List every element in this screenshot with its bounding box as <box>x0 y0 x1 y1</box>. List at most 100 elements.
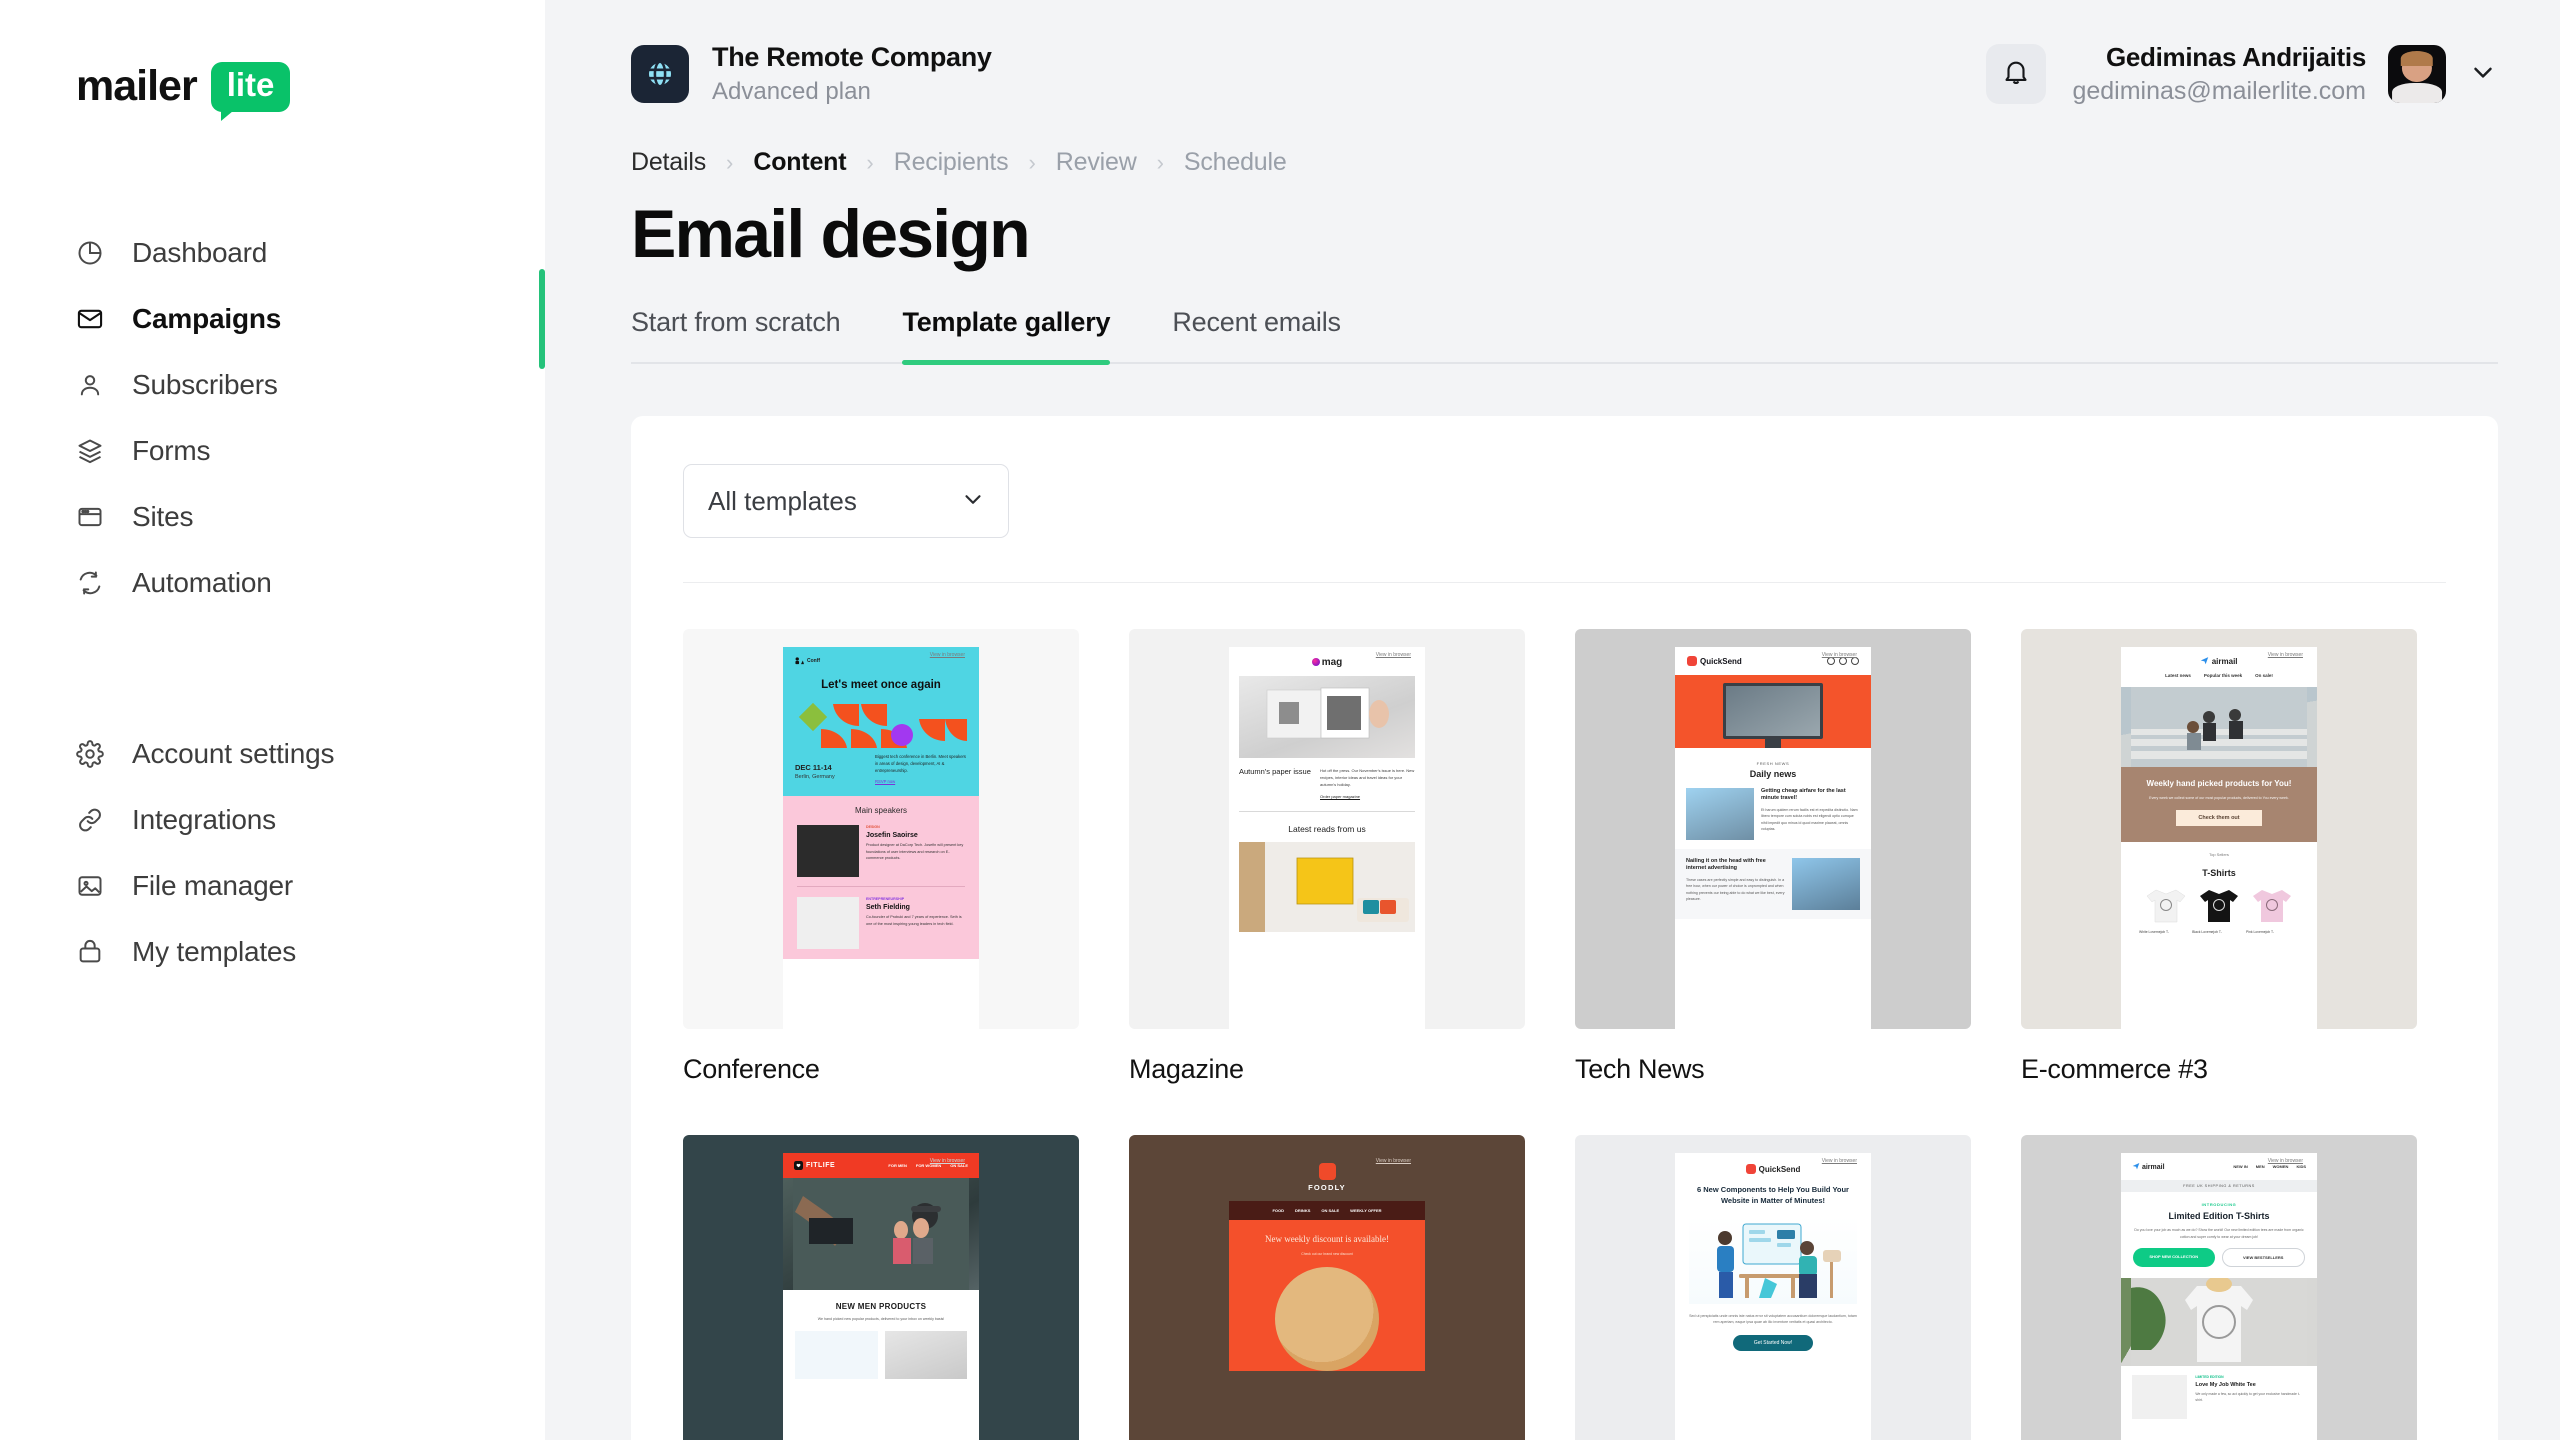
topbar-right: Gediminas Andrijaitis gediminas@mailerli… <box>1986 42 2498 106</box>
template-card[interactable]: View in browser FITLIFE FOR MEN FOR WOME… <box>683 1135 1079 1440</box>
template-preview: View in browser Conff Let's meet once ag… <box>783 647 979 1029</box>
preview-logo: FITLIFE <box>794 1161 835 1170</box>
template-name: Conference <box>683 1054 820 1084</box>
sidebar-item-account-settings[interactable]: Account settings <box>0 721 545 787</box>
preview-link: Order paper magazine <box>1320 793 1361 799</box>
sidebar-label: Sites <box>132 500 194 532</box>
preview-image <box>2121 1276 2317 1367</box>
preview-illustration <box>1689 1215 1857 1304</box>
template-thumbnail: View in browser QuickSend FRESH NEWS Dai… <box>1575 629 1971 1029</box>
app-root: mailer lite Dashboard Campaigns Subscrib… <box>0 0 2560 1440</box>
sidebar-item-automation[interactable]: Automation <box>0 550 545 616</box>
preview-body: Hot off the press. Our November's issue … <box>1320 768 1415 788</box>
template-preview: View in browser airmail NEW IN MEN WOMEN <box>2121 1153 2317 1440</box>
preview-hero-image <box>1239 676 1415 758</box>
preview-image <box>1686 788 1754 840</box>
tab-start-from-scratch[interactable]: Start from scratch <box>631 307 841 362</box>
sidebar-label: My templates <box>132 935 297 967</box>
preview-headline: Daily news <box>1749 769 1797 779</box>
envelope-icon <box>76 305 104 333</box>
breadcrumb-step-recipients[interactable]: Recipients <box>894 148 1009 177</box>
preview-section-title: Main speakers <box>854 806 908 816</box>
preview-cta-button: Get Started Now! <box>1733 1335 1813 1352</box>
template-card[interactable]: View in browser airmail NEW IN MEN WOMEN <box>2021 1135 2417 1440</box>
preview-link: RSVP now <box>875 779 896 785</box>
preview-logo: QuickSend <box>1687 656 1742 666</box>
template-card[interactable]: View in browser FOODLY FOOD DRINKS ON SA… <box>1129 1135 1525 1440</box>
sidebar-item-sites[interactable]: Sites <box>0 484 545 550</box>
notifications-button[interactable] <box>1986 44 2047 104</box>
sidebar: mailer lite Dashboard Campaigns Subscrib… <box>0 0 545 1440</box>
sidebar-label: Forms <box>132 434 211 466</box>
chevron-right-icon: › <box>1156 149 1164 175</box>
sidebar-item-campaigns[interactable]: Campaigns <box>0 268 545 369</box>
chevron-right-icon: › <box>866 149 874 175</box>
preview-product-name: White Lovemejob T- <box>2138 930 2170 935</box>
sidebar-label: File manager <box>132 869 294 901</box>
preview-nav: NEW IN MEN WOMEN KIDS <box>2233 1164 2306 1169</box>
preview-logo: FOODLY <box>1229 1163 1425 1192</box>
preview-body: We hand picked new popular products, del… <box>817 1317 945 1321</box>
template-card[interactable]: View in browser mag Autumn's paper issue… <box>1129 629 1525 1085</box>
tab-recent-emails[interactable]: Recent emails <box>1172 307 1341 362</box>
template-card[interactable]: View in browser QuickSend 6 New Componen… <box>1575 1135 1971 1440</box>
preview-body: Check out our brand new discount <box>1301 1252 1353 1257</box>
chevron-down-icon[interactable] <box>2468 57 2498 92</box>
preview-eyebrow: Top Sellers <box>2209 852 2229 858</box>
preview-headline: NEW MEN PRODUCTS <box>835 1302 927 1311</box>
chevron-down-icon <box>960 486 986 517</box>
preview-article-body: Et harum quidem rerum facilis est et exp… <box>1761 807 1858 832</box>
layers-icon <box>76 437 104 465</box>
preview-section-title: Latest reads from us <box>1288 823 1366 834</box>
preview-speaker-bio: Co-founder of Probuki and 7 years of exp… <box>866 915 962 926</box>
workspace-switcher[interactable]: The Remote Company Advanced plan <box>631 42 992 106</box>
breadcrumb-step-content[interactable]: Content <box>753 148 846 177</box>
preview-section-title: T-Shirts <box>2202 868 2236 879</box>
view-in-browser-link: View in browser <box>1375 652 1411 658</box>
sidebar-label: Campaigns <box>132 302 282 334</box>
preview-body: Do you love your job as much as we do? S… <box>2134 1228 2304 1239</box>
logo-badge: lite <box>210 62 291 121</box>
image-icon <box>76 872 104 900</box>
bell-icon <box>2001 57 2031 92</box>
preview-body: Sed ut perspiciatis unde omnis iste natu… <box>1689 1313 1857 1325</box>
template-card[interactable]: View in browser Conff Let's meet once ag… <box>683 629 1079 1085</box>
sidebar-item-file-manager[interactable]: File manager <box>0 853 545 919</box>
preview-eyebrow: INTRODUCING <box>2201 1202 2237 1207</box>
template-gallery-panel: All templates View in browser Conff Let'… <box>631 416 2498 1440</box>
page-title: Email design <box>631 196 1031 272</box>
sidebar-item-my-templates[interactable]: My templates <box>0 919 545 985</box>
preview-article-title: Getting cheap airfare for the last minut… <box>1761 788 1846 802</box>
preview-product-name: Pink Lovemejob T- <box>2245 930 2275 935</box>
preview-hero-image <box>783 1178 979 1290</box>
tab-bar: Start from scratch Template gallery Rece… <box>631 307 2498 365</box>
template-card[interactable]: View in browser airmail Latest news Popu… <box>2021 629 2417 1085</box>
sidebar-item-subscribers[interactable]: Subscribers <box>0 352 545 418</box>
tab-template-gallery[interactable]: Template gallery <box>902 307 1111 365</box>
template-name: Tech News <box>1575 1054 1705 1084</box>
box-icon <box>76 938 104 966</box>
sidebar-item-integrations[interactable]: Integrations <box>0 787 545 853</box>
breadcrumb-step-details[interactable]: Details <box>631 148 706 177</box>
user-menu[interactable]: Gediminas Andrijaitis gediminas@mailerli… <box>2072 42 2498 106</box>
preview-headline: Let's meet once again <box>821 679 941 691</box>
breadcrumb-step-schedule[interactable]: Schedule <box>1184 148 1287 177</box>
template-thumbnail: View in browser FITLIFE FOR MEN FOR WOME… <box>683 1135 1079 1440</box>
user-name: Gediminas Andrijaitis <box>2105 42 2366 72</box>
template-card[interactable]: View in browser QuickSend FRESH NEWS Dai… <box>1575 629 1971 1085</box>
template-filter-select[interactable]: All templates <box>683 464 1009 538</box>
sidebar-item-forms[interactable]: Forms <box>0 418 545 484</box>
view-in-browser-link: View in browser <box>929 652 965 658</box>
sidebar-item-dashboard[interactable]: Dashboard <box>0 220 545 286</box>
topbar: The Remote Company Advanced plan Gedimin… <box>545 0 2560 148</box>
view-in-browser-link: View in browser <box>1375 1158 1411 1164</box>
preview-speaker-tag: ENTREPRENEURSHIP <box>866 897 905 902</box>
chevron-right-icon: › <box>726 149 734 175</box>
sidebar-label: Dashboard <box>132 236 268 268</box>
breadcrumb-step-review[interactable]: Review <box>1056 148 1137 177</box>
preview-product-image <box>2132 1375 2188 1420</box>
chevron-right-icon: › <box>1028 149 1036 175</box>
globe-icon <box>631 45 689 103</box>
template-thumbnail: View in browser FOODLY FOOD DRINKS ON SA… <box>1129 1135 1525 1440</box>
mailerlite-logo[interactable]: mailer lite <box>0 62 545 121</box>
